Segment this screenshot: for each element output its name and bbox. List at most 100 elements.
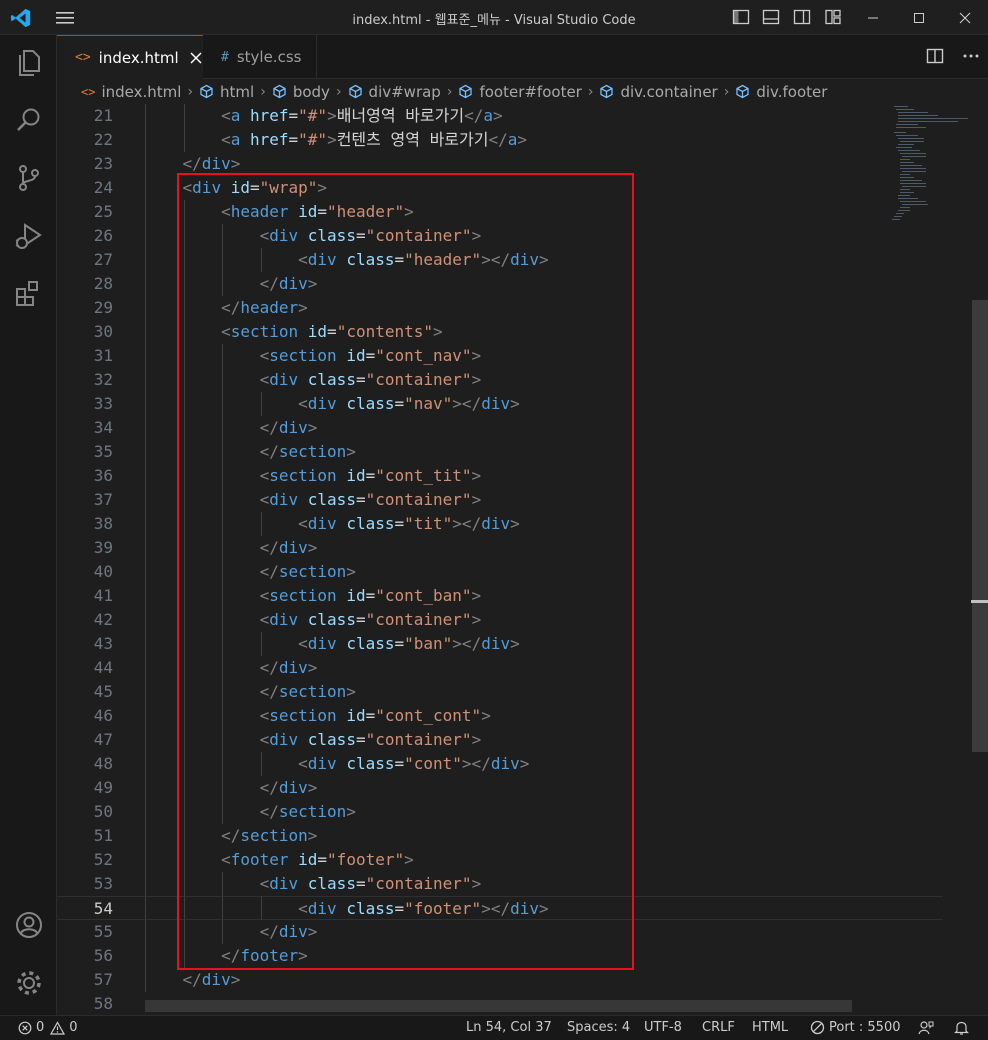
- breadcrumb-item-footer[interactable]: footer#footer: [458, 83, 582, 101]
- minimap[interactable]: [888, 104, 968, 234]
- maximize-button[interactable]: [896, 0, 942, 35]
- search-icon[interactable]: [12, 103, 46, 137]
- indent-guide: [183, 104, 185, 128]
- feedback-button[interactable]: [918, 1020, 934, 1036]
- code-line[interactable]: 22 <a href="#">컨텐츠 영역 바로가기</a>: [57, 128, 943, 152]
- code-line[interactable]: 32 <div class="container">: [57, 368, 943, 392]
- code-line[interactable]: 35 </section>: [57, 440, 943, 464]
- indent-guide: [260, 752, 262, 776]
- indent-guide: [145, 296, 146, 320]
- code-line[interactable]: 27 <div class="header"></div>: [57, 248, 943, 272]
- code-line[interactable]: 39 </div>: [57, 536, 943, 560]
- indentation[interactable]: Spaces: 4: [567, 1020, 630, 1035]
- breadcrumb-item-file[interactable]: <> index.html: [81, 83, 181, 101]
- code-line[interactable]: 45 </section>: [57, 680, 943, 704]
- source-control-icon[interactable]: [12, 161, 46, 195]
- code-line[interactable]: 53 <div class="container">: [57, 872, 943, 896]
- code-token: =: [249, 178, 260, 197]
- customize-layout-icon[interactable]: [824, 8, 842, 26]
- code-line[interactable]: 50 </section>: [57, 800, 943, 824]
- code-line[interactable]: 52 <footer id="footer">: [57, 848, 943, 872]
- indent-guide: [183, 248, 185, 272]
- code-line[interactable]: 48 <div class="cont"></div>: [57, 752, 943, 776]
- settings-gear-icon[interactable]: [12, 966, 46, 1000]
- code-line[interactable]: 21 <a href="#">배너영역 바로가기</a>: [57, 104, 943, 128]
- code-token: div: [307, 899, 337, 918]
- activity-bar: [0, 35, 57, 1015]
- close-tab-icon[interactable]: [189, 51, 203, 65]
- code-line[interactable]: 33 <div class="nav"></div>: [57, 392, 943, 416]
- code-line[interactable]: 43 <div class="ban"></div>: [57, 632, 943, 656]
- line-number: 23: [93, 154, 113, 173]
- code-line[interactable]: 34 </div>: [57, 416, 943, 440]
- code-editor[interactable]: 21 <a href="#">배너영역 바로가기</a> 22 <a href="…: [57, 104, 971, 1015]
- code-line[interactable]: 29 </header>: [57, 296, 943, 320]
- breadcrumb: <> index.html › html › body › div#wrap ›…: [57, 79, 988, 104]
- code-text: </header>: [144, 296, 308, 320]
- code-line[interactable]: 30 <section id="contents">: [57, 320, 943, 344]
- code-line[interactable]: 56 </footer>: [57, 944, 943, 968]
- code-line[interactable]: 40 </section>: [57, 560, 943, 584]
- vertical-scrollbar[interactable]: [971, 104, 988, 1015]
- minimize-button[interactable]: [850, 0, 896, 35]
- explorer-icon[interactable]: [12, 45, 46, 79]
- code-line[interactable]: 38 <div class="tit"></div>: [57, 512, 943, 536]
- indent-guide: [145, 920, 146, 944]
- tab-style-css[interactable]: # style.css: [203, 35, 317, 79]
- accounts-icon[interactable]: [12, 908, 46, 942]
- code-line[interactable]: 36 <section id="cont_tit">: [57, 464, 943, 488]
- notifications-button[interactable]: [954, 1020, 969, 1036]
- code-token: =: [355, 226, 366, 245]
- code-token: div: [278, 538, 308, 557]
- code-line[interactable]: 31 <section id="cont_nav">: [57, 344, 943, 368]
- code-token: "nav": [404, 394, 453, 413]
- code-line[interactable]: 55 </div>: [57, 920, 943, 944]
- toggle-panel-icon[interactable]: [762, 8, 780, 26]
- encoding[interactable]: UTF-8: [644, 1020, 682, 1035]
- code-line[interactable]: 28 </div>: [57, 272, 943, 296]
- toggle-secondary-sidebar-icon[interactable]: [793, 8, 811, 26]
- problems-indicator[interactable]: 0 0: [18, 1020, 78, 1035]
- code-token: "contents": [336, 322, 434, 341]
- breadcrumb-item-div-footer[interactable]: div.footer: [735, 83, 827, 101]
- line-number: 38: [93, 514, 113, 533]
- split-editor-icon[interactable]: [926, 47, 944, 65]
- extensions-icon[interactable]: [12, 277, 46, 311]
- code-token: "container": [365, 874, 472, 893]
- code-line[interactable]: 25 <header id="header">: [57, 200, 943, 224]
- breadcrumb-item-body[interactable]: body: [272, 83, 330, 101]
- live-server-port[interactable]: Port : 5500: [810, 1020, 901, 1035]
- code-line[interactable]: 57 </div>: [57, 968, 943, 992]
- language-mode[interactable]: HTML: [752, 1020, 788, 1035]
- close-window-button[interactable]: [942, 0, 988, 35]
- line-endings[interactable]: CRLF: [702, 1020, 735, 1035]
- run-debug-icon[interactable]: [12, 219, 46, 253]
- toggle-primary-sidebar-icon[interactable]: [732, 8, 750, 26]
- scrollbar-thumb[interactable]: [972, 300, 988, 752]
- cursor-position[interactable]: Ln 54, Col 37: [466, 1020, 552, 1035]
- code-token: class: [307, 226, 356, 245]
- code-text: <a href="#">컨텐츠 영역 바로가기</a>: [144, 128, 527, 152]
- more-actions-icon[interactable]: [962, 47, 980, 65]
- code-line[interactable]: 26 <div class="container">: [57, 224, 943, 248]
- code-line[interactable]: 37 <div class="container">: [57, 488, 943, 512]
- code-line[interactable]: 49 </div>: [57, 776, 943, 800]
- horizontal-scrollbar[interactable]: [145, 1000, 852, 1012]
- code-line[interactable]: 42 <div class="container">: [57, 608, 943, 632]
- breadcrumb-item-html[interactable]: html: [199, 83, 254, 101]
- code-line[interactable]: 41 <section id="cont_ban">: [57, 584, 943, 608]
- breadcrumb-item-div-wrap[interactable]: div#wrap: [348, 83, 441, 101]
- code-line[interactable]: 51 </section>: [57, 824, 943, 848]
- code-line[interactable]: 46 <section id="cont_cont">: [57, 704, 943, 728]
- code-line[interactable]: 47 <div class="container">: [57, 728, 943, 752]
- warning-count: 0: [69, 1020, 78, 1035]
- code-token: "container": [365, 370, 472, 389]
- tab-index-html[interactable]: <> index.html: [57, 35, 203, 79]
- code-line[interactable]: 44 </div>: [57, 656, 943, 680]
- code-line[interactable]: 54 <div class="footer"></div>: [57, 896, 943, 920]
- code-line[interactable]: 23 </div>: [57, 152, 943, 176]
- breadcrumb-item-div-container[interactable]: div.container: [599, 83, 718, 101]
- code-line[interactable]: 24 <div id="wrap">: [57, 176, 943, 200]
